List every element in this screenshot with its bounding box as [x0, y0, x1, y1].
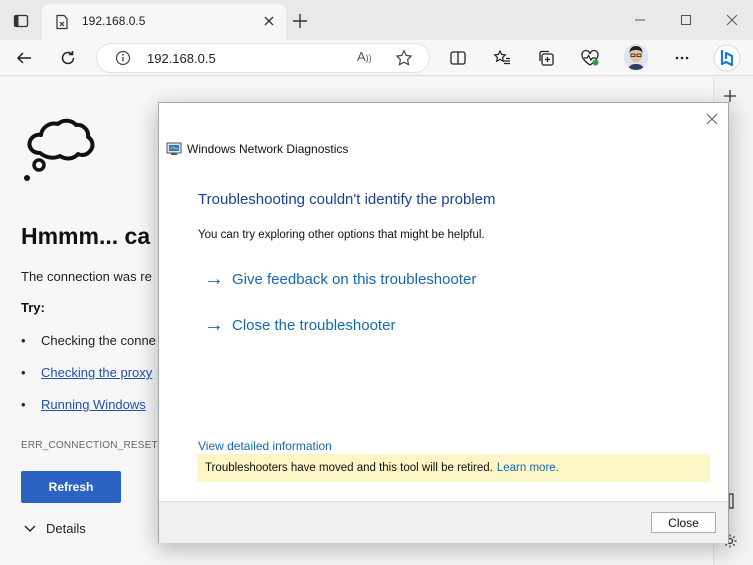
add-sidebar-icon[interactable]: [723, 89, 737, 103]
error-title: Hmmm... ca: [21, 223, 151, 249]
banner-text: Troubleshooters have moved and this tool…: [205, 462, 493, 474]
new-tab-icon[interactable]: [290, 11, 310, 31]
close-button[interactable]: Close: [651, 512, 716, 533]
chevron-down-icon: [24, 525, 36, 532]
back-arrow-icon[interactable]: [12, 46, 36, 70]
address-bar[interactable]: 192.168.0.5 A)): [96, 43, 430, 73]
suggestion-item: • Checking the conne: [21, 333, 156, 348]
info-icon[interactable]: [115, 50, 131, 66]
maximize-icon[interactable]: [676, 10, 696, 30]
suggestion-item: • Checking the proxy: [21, 365, 152, 380]
tab-title: 192.168.0.5: [82, 14, 146, 28]
minimize-icon[interactable]: [630, 10, 650, 30]
arrow-right-icon: →: [204, 268, 224, 290]
refresh-button[interactable]: Refresh: [21, 471, 121, 503]
details-label: Details: [46, 521, 86, 536]
try-label: Try:: [21, 300, 45, 315]
read-aloud-icon[interactable]: A)): [357, 49, 372, 64]
profile-avatar[interactable]: [624, 44, 648, 70]
bullet-icon: •: [21, 333, 26, 348]
suggestion-text: Checking the conne: [41, 333, 156, 348]
details-toggle[interactable]: Details: [24, 521, 86, 536]
browser-toolbar: 192.168.0.5 A)): [0, 40, 753, 76]
bullet-icon: •: [21, 397, 26, 412]
reload-icon[interactable]: [56, 46, 80, 70]
split-screen-icon[interactable]: [446, 46, 470, 70]
option-label: Give feedback on this troubleshooter: [232, 270, 477, 288]
close-troubleshooter-option[interactable]: → Close the troubleshooter: [204, 315, 395, 335]
favorite-star-icon[interactable]: [395, 49, 413, 67]
page-error-icon: [56, 14, 68, 30]
favorites-icon[interactable]: [490, 46, 514, 70]
thought-cloud-icon: [24, 118, 95, 181]
window-close-icon[interactable]: [722, 10, 742, 30]
error-description: The connection was re: [21, 269, 152, 284]
suggestion-link-proxy[interactable]: Checking the proxy: [41, 365, 152, 380]
error-code: ERR_CONNECTION_RESET: [21, 440, 158, 451]
arrow-right-icon: →: [204, 314, 224, 336]
give-feedback-option[interactable]: → Give feedback on this troubleshooter: [204, 269, 476, 289]
network-diagnostics-dialog: Windows Network Diagnostics Troubleshoot…: [158, 102, 729, 543]
dialog-subtext: You can try exploring other options that…: [198, 229, 485, 241]
tab-actions-icon[interactable]: [10, 10, 32, 32]
tab-close-icon[interactable]: [262, 14, 276, 28]
retirement-banner: Troubleshooters have moved and this tool…: [197, 454, 710, 482]
option-label: Close the troubleshooter: [232, 316, 396, 334]
more-menu-icon[interactable]: [670, 46, 694, 70]
dialog-window-title: Windows Network Diagnostics: [187, 142, 349, 156]
dialog-footer: Close: [159, 501, 728, 543]
suggestion-link-diagnostics[interactable]: Running Windows: [41, 397, 146, 412]
network-diagnostics-icon: [166, 142, 182, 155]
address-text[interactable]: 192.168.0.5: [147, 51, 216, 66]
suggestion-item: • Running Windows: [21, 397, 146, 412]
dialog-close-icon[interactable]: [705, 112, 719, 126]
browser-essentials-icon[interactable]: [578, 46, 602, 70]
bullet-icon: •: [21, 365, 26, 380]
learn-more-link[interactable]: Learn more.: [497, 462, 559, 474]
collections-icon[interactable]: [534, 46, 558, 70]
view-details-link[interactable]: View detailed information: [198, 439, 332, 453]
active-tab[interactable]: 192.168.0.5: [42, 4, 286, 40]
tab-strip: 192.168.0.5: [0, 0, 753, 40]
copilot-icon[interactable]: [712, 43, 742, 73]
dialog-heading: Troubleshooting couldn't identify the pr…: [198, 191, 496, 208]
